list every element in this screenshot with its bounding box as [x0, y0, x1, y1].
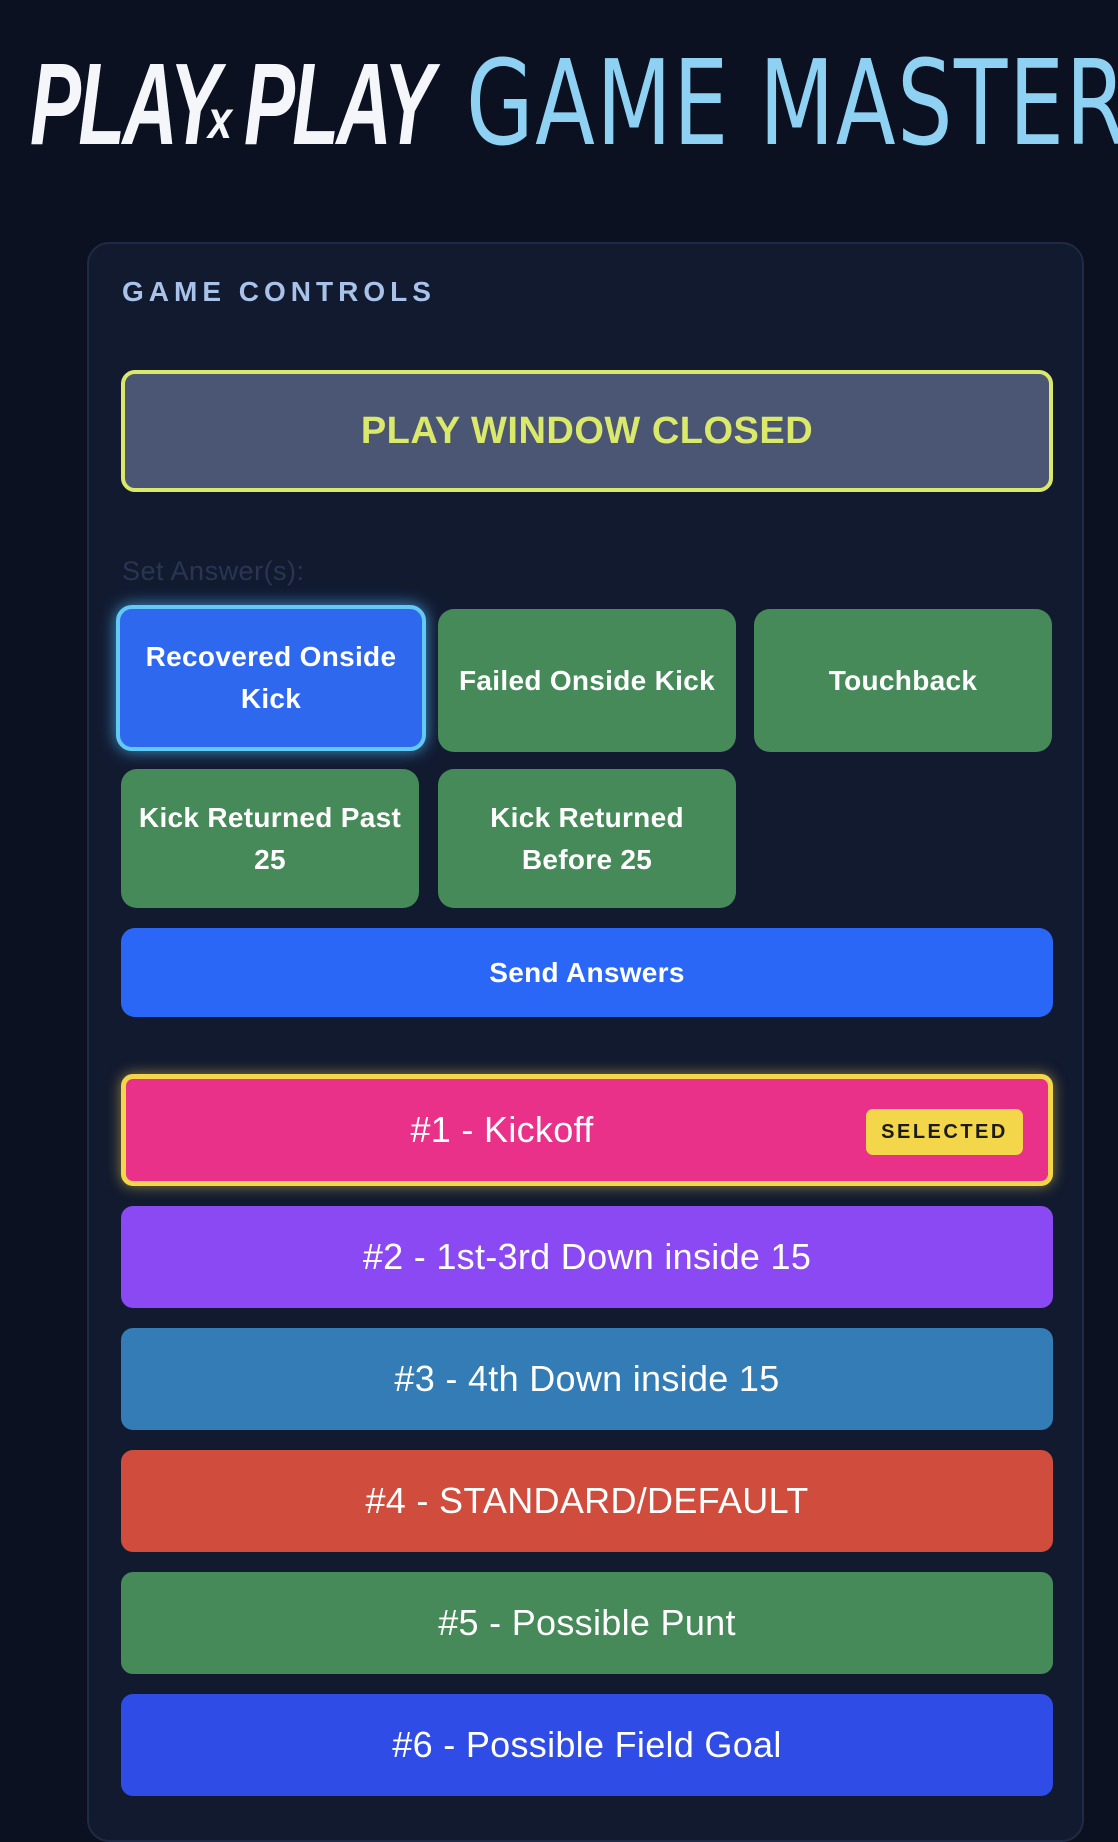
play-item-label: #6 - Possible Field Goal [392, 1724, 782, 1765]
playxplay-logo: PLAY x PLAY [30, 39, 450, 169]
answer-recovered-onside-kick[interactable]: Recovered Onside Kick [116, 605, 426, 751]
play-item-label: #3 - 4th Down inside 15 [394, 1358, 780, 1399]
play-item-label: #1 - Kickoff [410, 1109, 594, 1150]
logo-play-right: PLAY [244, 39, 435, 169]
play-item-label: #5 - Possible Punt [438, 1602, 736, 1643]
play-item-5[interactable]: #5 - Possible Punt [121, 1572, 1053, 1674]
play-item-3[interactable]: #3 - 4th Down inside 15 [121, 1328, 1053, 1430]
logo-play-left: PLAY [30, 39, 221, 169]
play-window-status[interactable]: PLAY WINDOW CLOSED [121, 370, 1053, 492]
send-answers-button[interactable]: Send Answers [121, 928, 1053, 1017]
answer-kick-returned-before-25[interactable]: Kick Returned Before 25 [438, 769, 736, 908]
play-item-6[interactable]: #6 - Possible Field Goal [121, 1694, 1053, 1796]
play-item-1[interactable]: #1 - Kickoff SELECTED [121, 1074, 1053, 1186]
app-title: GAME MASTER [466, 34, 1118, 172]
panel-title: GAME CONTROLS [122, 276, 436, 307]
selected-badge: SELECTED [866, 1109, 1023, 1155]
answer-failed-onside-kick[interactable]: Failed Onside Kick [438, 609, 736, 752]
answers-label: Set Answer(s): [122, 556, 305, 586]
play-item-2[interactable]: #2 - 1st-3rd Down inside 15 [121, 1206, 1053, 1308]
answer-touchback[interactable]: Touchback [754, 609, 1052, 752]
play-item-4[interactable]: #4 - STANDARD/DEFAULT [121, 1450, 1053, 1552]
logo-x: x [208, 90, 233, 150]
play-item-label: #4 - STANDARD/DEFAULT [365, 1480, 809, 1521]
play-item-label: #2 - 1st-3rd Down inside 15 [362, 1236, 812, 1277]
game-controls-panel: GAME CONTROLS PLAY WINDOW CLOSED Set Ans… [87, 242, 1084, 1842]
answer-kick-returned-past-25[interactable]: Kick Returned Past 25 [121, 769, 419, 908]
